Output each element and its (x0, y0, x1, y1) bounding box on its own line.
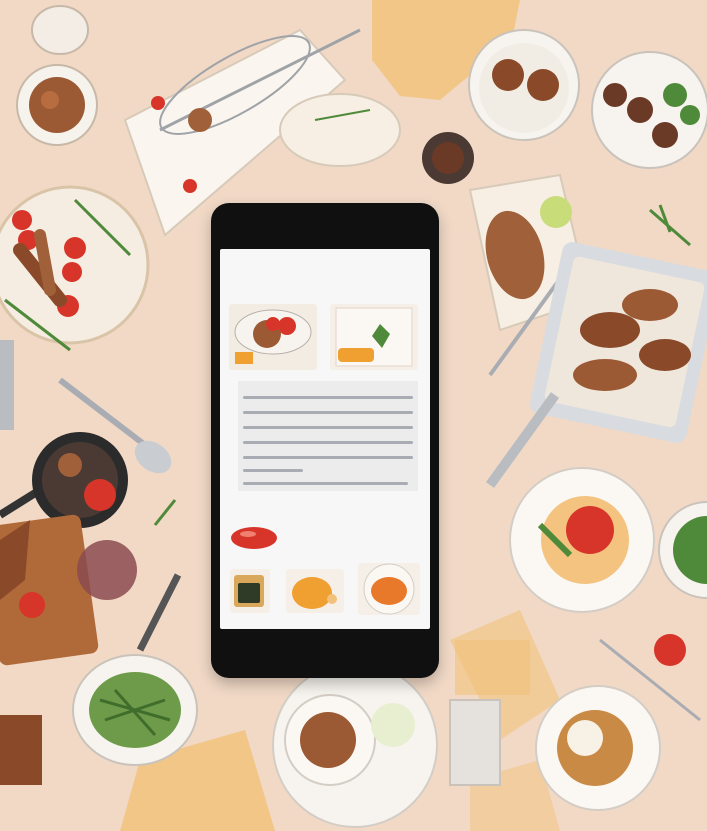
dish-thumbnail-2[interactable] (330, 304, 418, 370)
recipe-app-screen (220, 249, 430, 629)
smartphone (211, 203, 439, 678)
flatbread-plate (279, 93, 401, 167)
text-line (243, 456, 413, 459)
ingredient-thumbnail-2[interactable] (286, 569, 344, 613)
ingredient-thumbnail-3[interactable] (358, 563, 420, 615)
rice-meatball-bowl (468, 29, 580, 141)
text-line (243, 426, 413, 429)
text-line (243, 482, 408, 485)
sauce-jar (422, 132, 474, 184)
ingredient-thumbnail-1[interactable] (230, 569, 270, 613)
text-line (243, 396, 413, 399)
text-line (243, 441, 413, 444)
beef-plate-bottom-center (272, 662, 438, 828)
pastry-bottom-left (0, 715, 42, 785)
text-line (243, 411, 413, 414)
meatball-bowl-top-left (16, 64, 98, 146)
meatball-salad-bowl (591, 51, 707, 169)
dessert-plate-bottom-right (535, 685, 661, 811)
tomato-icon (231, 527, 277, 549)
wine-glass-base (77, 540, 137, 600)
knife-left (0, 340, 14, 430)
pasta-plate (509, 467, 655, 613)
dish-thumbnail-1[interactable] (229, 304, 317, 370)
glass-top-left (31, 5, 89, 55)
text-line (243, 469, 303, 472)
